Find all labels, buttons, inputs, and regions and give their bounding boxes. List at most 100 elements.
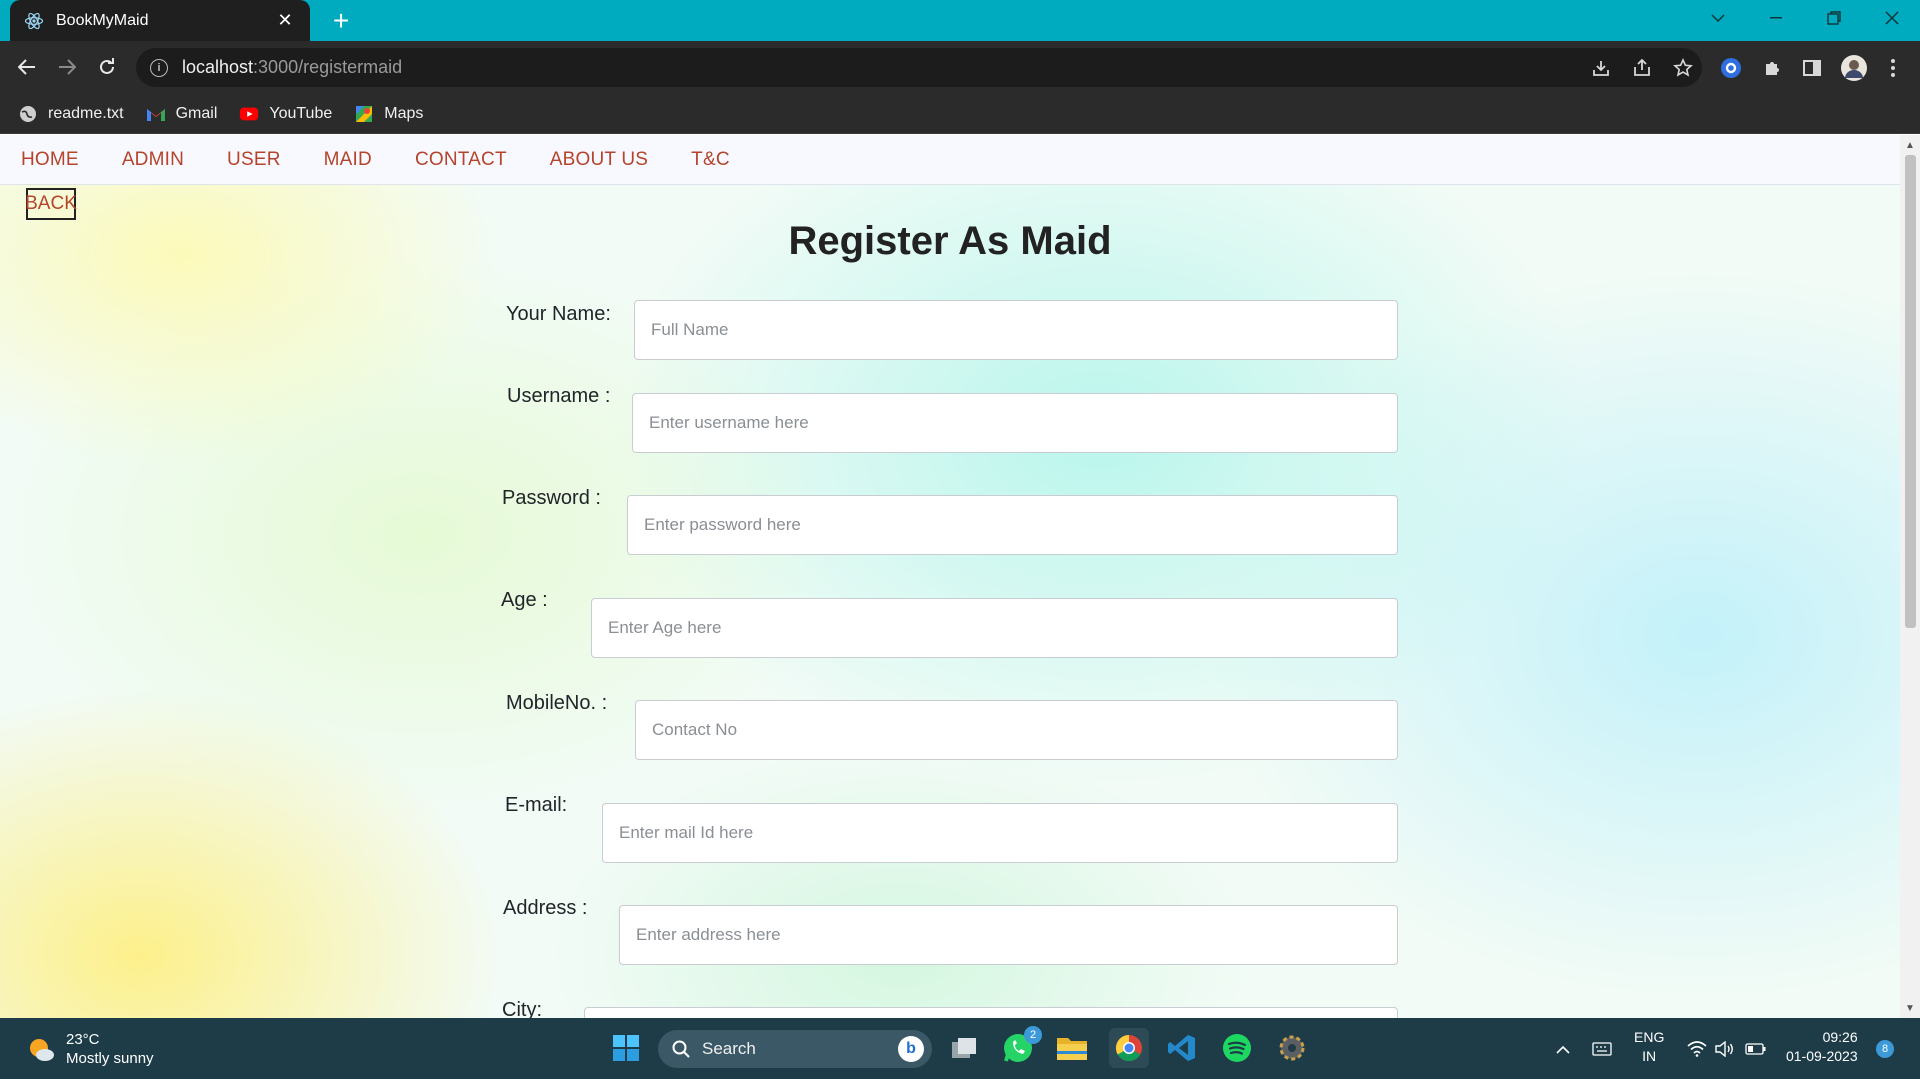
bing-icon: b — [898, 1036, 924, 1062]
language-indicator[interactable]: ENG IN — [1634, 1028, 1664, 1066]
bookmark-label: Gmail — [175, 104, 218, 122]
browser-menu-icon[interactable] — [1880, 55, 1906, 81]
address-bar[interactable]: i localhost:3000/registermaid — [136, 48, 1702, 87]
extensions-puzzle-icon[interactable] — [1759, 55, 1785, 81]
full-name-input[interactable] — [634, 300, 1398, 360]
file-explorer-icon[interactable] — [1054, 1030, 1090, 1066]
email-label: E-mail: — [505, 794, 568, 816]
back-arrow-icon[interactable] — [10, 50, 44, 84]
bookmarks-bar: readme.txt Gmail YouTube Maps — [0, 94, 1920, 134]
weather-temperature: 23°C — [66, 1031, 100, 1048]
nav-link-about-us[interactable]: ABOUT US — [550, 149, 648, 171]
url-path: :3000/registermaid — [253, 57, 403, 77]
taskbar-search-box[interactable]: Search b — [658, 1030, 932, 1068]
site-info-icon[interactable]: i — [150, 58, 168, 77]
whatsapp-icon[interactable]: 2 — [1000, 1026, 1042, 1066]
bookmark-label: YouTube — [269, 104, 333, 122]
globe-icon — [18, 104, 38, 124]
language-code: ENG — [1634, 1029, 1665, 1045]
tab-title: BookMyMaid — [56, 11, 149, 29]
new-tab-icon[interactable]: + — [326, 5, 356, 36]
bookmark-label: readme.txt — [48, 104, 124, 122]
chrome-taskbar-icon[interactable] — [1109, 1028, 1149, 1068]
mobile-label: MobileNo. : — [506, 692, 608, 714]
scroll-down-arrow-icon[interactable]: ▼ — [1900, 1000, 1920, 1016]
scroll-up-arrow-icon[interactable]: ▲ — [1900, 137, 1920, 153]
weather-condition: Mostly sunny — [66, 1050, 154, 1067]
username-input[interactable] — [632, 393, 1398, 453]
weather-sun-icon — [26, 1034, 56, 1064]
notification-badge[interactable]: 8 — [1876, 1040, 1894, 1058]
age-input[interactable] — [591, 598, 1398, 658]
minimize-icon[interactable] — [1748, 0, 1804, 36]
bookmark-star-icon[interactable] — [1670, 55, 1696, 81]
keyboard-icon[interactable] — [1591, 1038, 1613, 1060]
username-label: Username : — [507, 385, 611, 407]
nav-link-maid[interactable]: MAID — [324, 149, 372, 171]
nav-link-contact[interactable]: CONTACT — [415, 149, 507, 171]
mobile-input[interactable] — [635, 700, 1398, 760]
nav-link-terms[interactable]: T&C — [691, 149, 730, 171]
restore-icon[interactable] — [1806, 0, 1862, 36]
youtube-icon — [239, 104, 259, 124]
bookmark-gmail[interactable]: Gmail — [146, 104, 218, 124]
search-label: Search — [702, 1039, 756, 1058]
address-label: Address : — [503, 897, 588, 919]
page-scrollbar[interactable]: ▲ ▼ — [1900, 135, 1920, 1018]
site-navbar: HOME ADMIN USER MAID CONTACT ABOUT US T&… — [0, 135, 1900, 185]
forward-arrow-icon[interactable] — [50, 50, 84, 84]
browser-tab-bar: BookMyMaid ✕ + — [0, 0, 1920, 41]
city-input[interactable] — [584, 1007, 1398, 1018]
scroll-thumb[interactable] — [1905, 155, 1916, 628]
bookmark-label: Maps — [384, 104, 424, 122]
close-window-icon[interactable] — [1864, 0, 1920, 36]
settings-gear-icon[interactable] — [1274, 1030, 1310, 1066]
address-input[interactable] — [619, 905, 1398, 965]
back-button[interactable]: BACK — [25, 188, 77, 220]
gmail-icon — [146, 104, 166, 124]
browser-tab[interactable]: BookMyMaid ✕ — [10, 0, 310, 41]
url-host: localhost — [182, 57, 254, 77]
password-label: Password : — [502, 487, 601, 509]
show-hidden-icons-chevron-icon[interactable] — [1552, 1038, 1574, 1060]
share-icon[interactable] — [1629, 55, 1655, 81]
whatsapp-badge: 2 — [1024, 1026, 1042, 1044]
tab-close-icon[interactable]: ✕ — [274, 10, 296, 32]
volume-icon[interactable] — [1714, 1038, 1736, 1060]
age-label: Age : — [501, 589, 548, 611]
page-viewport: HOME ADMIN USER MAID CONTACT ABOUT US T&… — [0, 135, 1900, 1018]
reload-icon[interactable] — [90, 50, 124, 84]
bookmark-readme[interactable]: readme.txt — [18, 104, 124, 124]
task-view-icon[interactable] — [946, 1030, 982, 1066]
clock[interactable]: 09:26 01-09-2023 — [1786, 1028, 1858, 1066]
windows-taskbar: 23°C Mostly sunny Search b 2 ENG IN 09:2… — [0, 1018, 1920, 1079]
nav-link-home[interactable]: HOME — [21, 149, 79, 171]
spotify-icon[interactable] — [1219, 1030, 1255, 1066]
windows-start-icon[interactable] — [608, 1030, 644, 1066]
install-app-icon[interactable] — [1588, 55, 1614, 81]
vscode-icon[interactable] — [1164, 1030, 1200, 1066]
password-input[interactable] — [627, 495, 1398, 555]
language-region: IN — [1642, 1048, 1657, 1064]
nav-link-user[interactable]: USER — [227, 149, 281, 171]
search-icon — [672, 1040, 690, 1058]
profile-avatar-icon[interactable] — [1839, 53, 1869, 83]
nav-link-admin[interactable]: ADMIN — [122, 149, 184, 171]
battery-icon[interactable] — [1745, 1038, 1767, 1060]
browser-toolbar: i localhost:3000/registermaid — [0, 41, 1920, 94]
maps-icon — [354, 104, 374, 124]
bookmark-maps[interactable]: Maps — [354, 104, 423, 124]
extension-blue-icon[interactable] — [1718, 55, 1744, 81]
clock-date: 01-09-2023 — [1786, 1048, 1858, 1064]
clock-time: 09:26 — [1822, 1029, 1858, 1045]
tab-search-chevron-icon[interactable] — [1690, 0, 1746, 36]
react-favicon-icon — [24, 11, 44, 31]
bookmark-youtube[interactable]: YouTube — [239, 104, 332, 124]
page-title: Register As Maid — [788, 219, 1112, 263]
email-input[interactable] — [602, 803, 1398, 863]
side-panel-icon[interactable] — [1799, 55, 1825, 81]
weather-widget[interactable]: 23°C Mostly sunny — [26, 1030, 154, 1068]
wifi-icon[interactable] — [1686, 1038, 1708, 1060]
name-label: Your Name: — [506, 303, 611, 325]
city-label: City: — [502, 999, 542, 1018]
